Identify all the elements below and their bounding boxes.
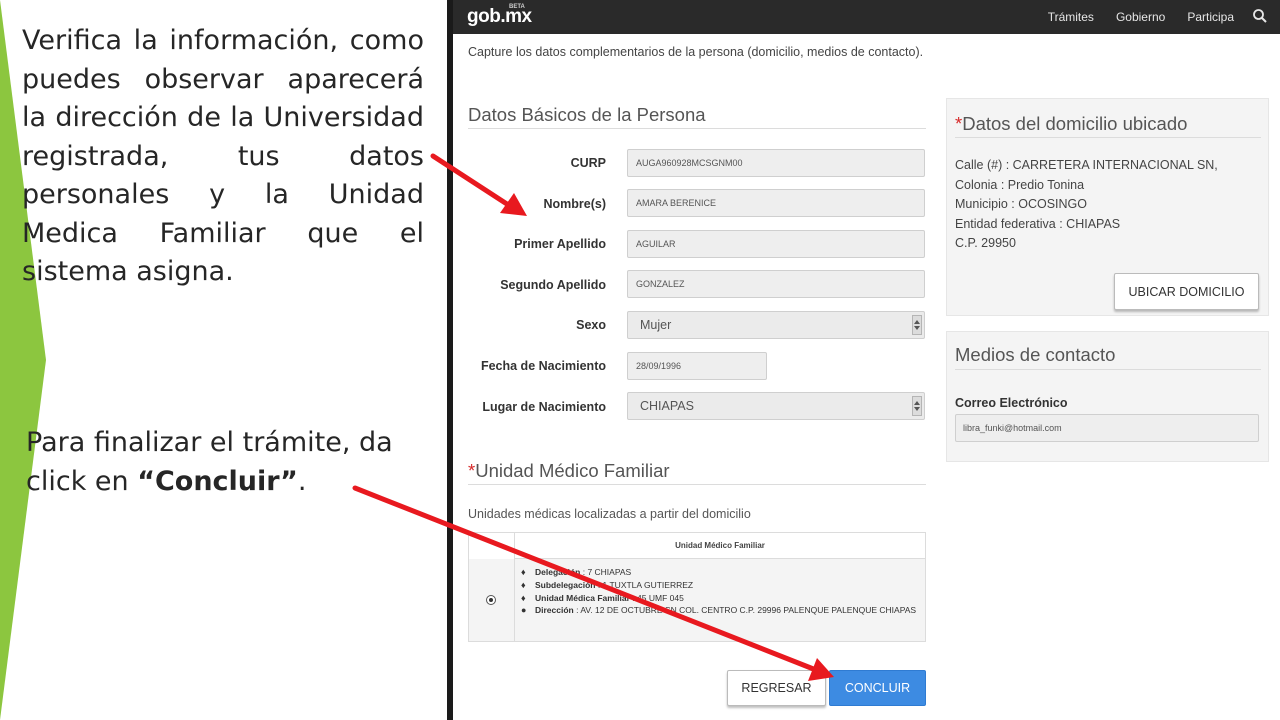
nav-link-tramites[interactable]: Trámites <box>1048 10 1094 24</box>
primer-apellido-label: Primer Apellido <box>514 237 606 251</box>
address-cp: C.P. 29950 <box>955 236 1016 250</box>
nav-link-gobierno[interactable]: Gobierno <box>1116 10 1165 24</box>
umf-detail-label: Subdelegación <box>535 580 596 590</box>
umf-description: Unidades médicas localizadas a partir de… <box>468 507 751 521</box>
curp-field[interactable]: AUGA960928MCSGNM00 <box>627 149 925 177</box>
nombre-field[interactable]: AMARA BERENICE <box>627 189 925 217</box>
page-subtitle: Capture los datos complementarios de la … <box>468 45 924 59</box>
slide-instruction-verify: Verifica la información, como puedes obs… <box>22 25 424 287</box>
address-panel: *Datos del domicilio ubicado Calle (#) :… <box>946 98 1269 316</box>
email-field[interactable]: libra_funki@hotmail.com <box>955 414 1259 442</box>
umf-detail-value: : AV. 12 DE OCTUBRE SN COL. CENTRO C.P. … <box>573 605 917 615</box>
slide-instruction-finish-suffix: . <box>297 465 307 497</box>
address-calle: Calle (#) : CARRETERA INTERNACIONAL SN, <box>955 158 1218 172</box>
slide-instruction-finish-bold: “Concluir” <box>137 465 298 497</box>
logo-beta-badge: BETA <box>509 4 525 10</box>
umf-select-radio[interactable] <box>486 595 496 605</box>
select-arrows-icon[interactable] <box>912 315 922 335</box>
address-panel-divider <box>955 137 1261 138</box>
contact-panel-divider <box>955 369 1261 370</box>
primer-apellido-field[interactable]: AGUILAR <box>627 230 925 258</box>
address-municipio: Municipio : OCOSINGO <box>955 197 1087 211</box>
address-colonia: Colonia : Predio Tonina <box>955 178 1085 192</box>
umf-detail-direccion: ● Dirección : AV. 12 DE OCTUBRE SN COL. C… <box>521 605 916 615</box>
fecha-nacimiento-field[interactable]: 28/09/1996 <box>627 352 767 380</box>
umf-detail-label: Delegación <box>535 567 581 577</box>
nav-link-participa[interactable]: Participa <box>1187 10 1234 24</box>
email-label: Correo Electrónico <box>955 396 1068 410</box>
contact-panel: Medios de contacto Correo Electrónico li… <box>946 331 1269 462</box>
nombre-label: Nombre(s) <box>543 197 606 211</box>
segundo-apellido-field[interactable]: GONZALEZ <box>627 270 925 298</box>
ubicar-domicilio-button[interactable]: UBICAR DOMICILIO <box>1114 273 1259 310</box>
regresar-button[interactable]: REGRESAR <box>727 670 826 706</box>
basic-data-title: Datos Básicos de la Persona <box>468 104 706 125</box>
tag-icon: ♦ <box>521 593 526 603</box>
lugar-nacimiento-select[interactable]: CHIAPAS <box>627 392 925 420</box>
umf-detail-value: : 7 CHIAPAS <box>580 567 632 577</box>
segundo-apellido-label: Segundo Apellido <box>500 278 606 292</box>
umf-detail-subdelegacion: ♦ Subdelegación : 1 TUXTLA GUTIERREZ <box>521 580 693 590</box>
umf-detail-value: : 45 UMF 045 <box>629 593 684 603</box>
contact-panel-title: Medios de contacto <box>955 344 1116 365</box>
umf-detail-label: Unidad Médica Familiar <box>535 593 630 603</box>
tag-icon: ♦ <box>521 567 526 577</box>
top-navbar: gob.mx BETA Trámites Gobierno Participa <box>453 0 1280 34</box>
sexo-select[interactable]: Mujer <box>627 311 925 339</box>
sexo-select-value: Mujer <box>640 318 672 332</box>
umf-radio-column <box>469 533 515 641</box>
search-icon[interactable] <box>1252 8 1268 24</box>
fecha-nacimiento-label: Fecha de Nacimiento <box>480 359 606 373</box>
concluir-button[interactable]: CONCLUIR <box>829 670 926 706</box>
umf-title-text: Unidad Médico Familiar <box>475 460 670 481</box>
slide-panel: Verifica la información, como puedes obs… <box>0 0 448 720</box>
globe-icon: ● <box>521 605 527 615</box>
umf-title: *Unidad Médico Familiar <box>468 460 670 482</box>
umf-detail-label: Dirección <box>535 605 574 615</box>
umf-detail-value: : 1 TUXTLA GUTIERREZ <box>595 580 694 590</box>
umf-detail-unidad: ♦ Unidad Médica Familiar : 45 UMF 045 <box>521 593 684 603</box>
nav-links: Trámites Gobierno Participa <box>1048 10 1234 24</box>
sexo-label: Sexo <box>576 318 606 332</box>
umf-detail-delegacion: ♦ Delegación : 7 CHIAPAS <box>521 567 631 577</box>
address-panel-title-text: Datos del domicilio ubicado <box>962 113 1188 134</box>
form-screenshot: gob.mx BETA Trámites Gobierno Participa … <box>453 0 1280 720</box>
slide-instruction-finish: Para finalizar el trámite, da click en “… <box>26 424 428 501</box>
umf-table: Unidad Médico Familiar ♦ Delegación : 7 C… <box>468 532 926 642</box>
umf-divider <box>468 484 926 485</box>
lugar-nacimiento-label: Lugar de Nacimiento <box>482 400 606 414</box>
curp-label: CURP <box>570 156 606 170</box>
address-entidad: Entidad federativa : CHIAPAS <box>955 217 1121 231</box>
lugar-nacimiento-select-value: CHIAPAS <box>640 399 694 413</box>
tag-icon: ♦ <box>521 580 526 590</box>
umf-table-header: Unidad Médico Familiar <box>515 533 925 559</box>
select-arrows-icon[interactable] <box>912 396 922 416</box>
address-panel-title: *Datos del domicilio ubicado <box>955 113 1187 135</box>
basic-data-divider <box>468 128 926 129</box>
